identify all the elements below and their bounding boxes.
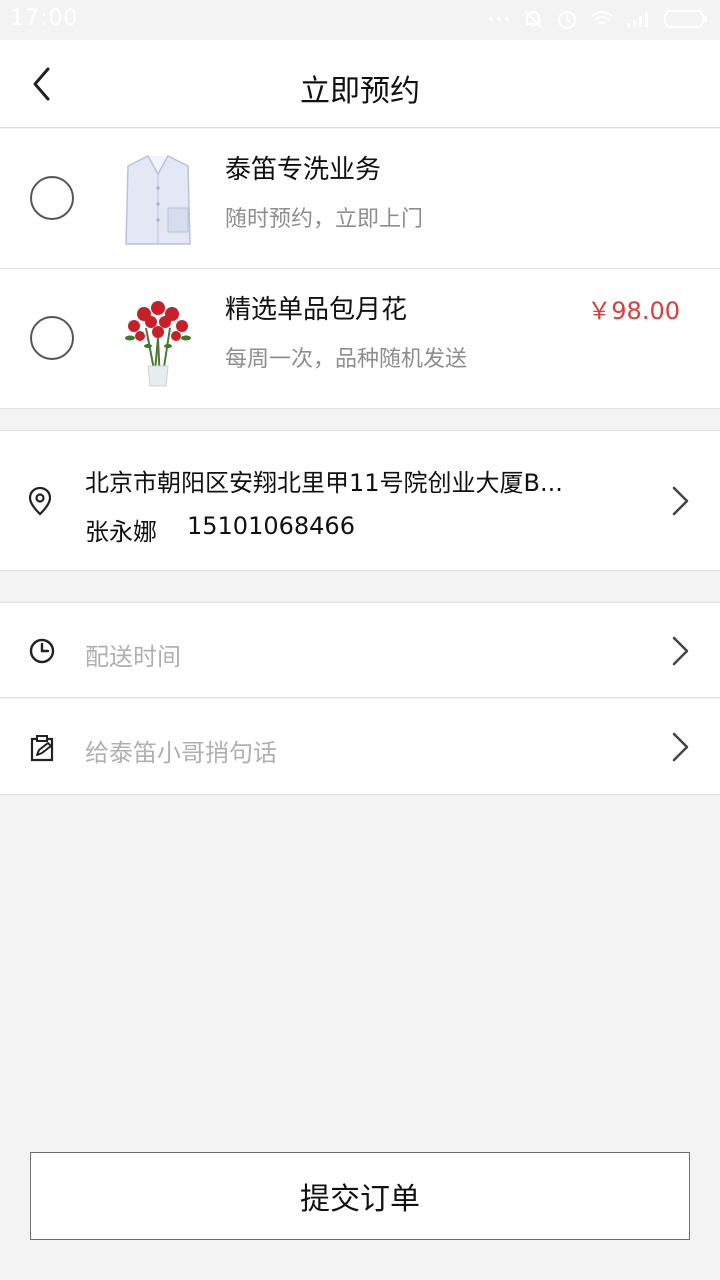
signal-dots-icon <box>488 16 510 22</box>
product-name: 泰笛专洗业务 <box>225 155 382 185</box>
product-desc: 每周一次，品种随机发送 <box>225 347 468 372</box>
status-icons <box>488 8 708 30</box>
submit-order-button[interactable]: 提交订单 <box>30 1152 690 1240</box>
address-card[interactable]: 北京市朝阳区安翔北里甲11号院创业大厦B... 张永娜 15101068466 <box>0 430 720 571</box>
wifi-icon <box>591 11 613 25</box>
contact-name: 张永娜 <box>85 518 157 546</box>
product-list: 泰笛专洗业务 随时预约，立即上门 精选单品包月花 每周一次，品种随机发送 ￥98… <box>0 129 720 409</box>
delivery-time-label: 配送时间 <box>85 643 181 671</box>
product-row-laundry[interactable]: 泰笛专洗业务 随时预约，立即上门 <box>0 129 720 269</box>
address-text: 北京市朝阳区安翔北里甲11号院创业大厦B... <box>85 469 563 497</box>
page-title: 立即预约 <box>300 74 420 109</box>
contact-phone: 15101068466 <box>187 512 355 540</box>
chevron-right-icon <box>672 486 689 516</box>
product-radio[interactable] <box>30 176 74 220</box>
cell-signal-icon <box>627 12 648 27</box>
product-name: 精选单品包月花 <box>225 295 408 325</box>
product-row-flowers[interactable]: 精选单品包月花 每周一次，品种随机发送 ￥98.00 <box>0 269 720 409</box>
chevron-right-icon <box>672 732 689 762</box>
roses-image <box>112 283 204 393</box>
product-radio[interactable] <box>30 316 74 360</box>
product-price: ￥98.00 <box>587 297 680 325</box>
battery-icon <box>664 10 707 28</box>
contact-line: 张永娜 15101068466 <box>85 512 355 547</box>
status-time: 17:00 <box>10 6 79 31</box>
shirt-image <box>112 143 204 253</box>
product-desc: 随时预约，立即上门 <box>225 207 424 232</box>
location-pin-icon <box>28 486 52 516</box>
delivery-time-row[interactable]: 配送时间 <box>0 602 720 698</box>
status-bar: 17:00 <box>0 0 720 40</box>
nav-bar: 立即预约 <box>0 40 720 128</box>
message-label: 给泰笛小哥捎句话 <box>85 739 277 767</box>
chevron-right-icon <box>672 636 689 666</box>
alarm-icon <box>558 11 576 29</box>
message-row[interactable]: 给泰笛小哥捎句话 <box>0 699 720 795</box>
mute-bell-icon <box>524 10 542 28</box>
clock-icon <box>29 638 55 664</box>
edit-note-icon <box>30 735 54 762</box>
